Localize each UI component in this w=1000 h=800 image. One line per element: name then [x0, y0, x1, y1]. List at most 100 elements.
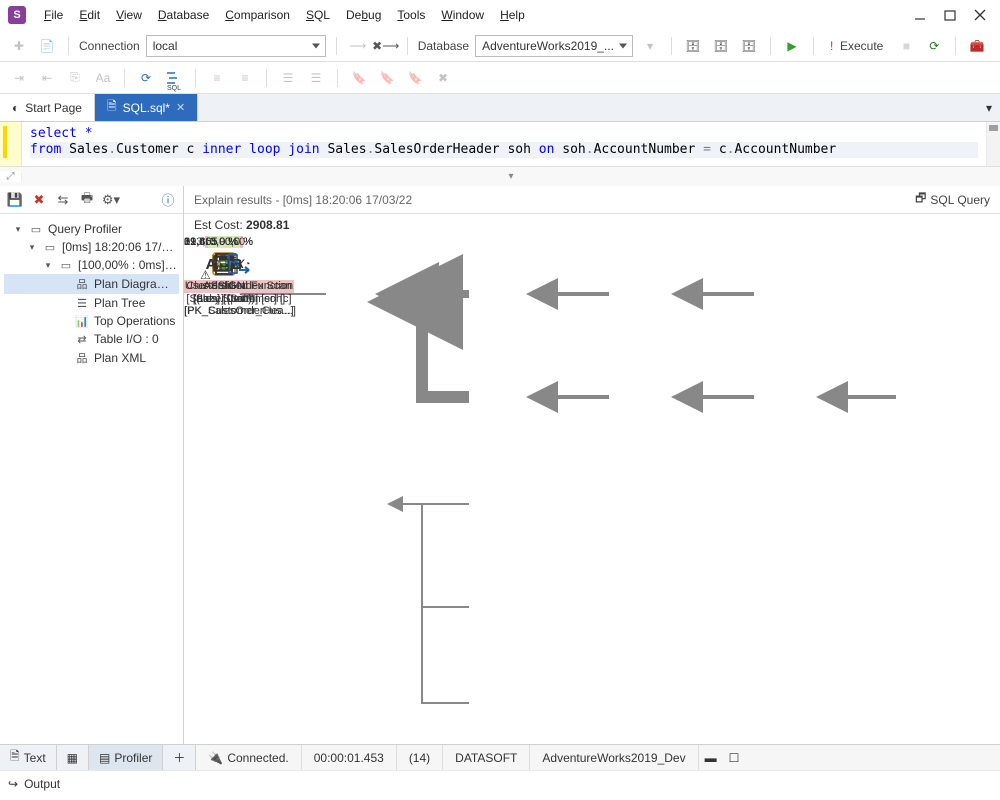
settings-icon[interactable]: ⚙▾ [102, 191, 120, 209]
tab-close-icon[interactable]: ✕ [176, 101, 185, 114]
format-sql-button[interactable]: SQL [163, 67, 185, 89]
close-button[interactable] [974, 9, 986, 21]
maximize-button[interactable] [944, 9, 956, 21]
menu-help[interactable]: Help [492, 4, 533, 26]
tab-profiler[interactable]: ▤ Profiler [89, 745, 163, 770]
bookmark-icon: 🔖 [348, 67, 370, 89]
status-layout-2[interactable]: ☐ [723, 745, 746, 770]
tab-sql-label: SQL.sql* [123, 101, 170, 115]
tab-text[interactable]: 🗎 Text [0, 745, 57, 770]
db-chevron-down-icon: ▾ [639, 35, 661, 57]
sql-gutter [0, 122, 22, 166]
tree-plan-tree[interactable]: ☰Plan Tree [4, 294, 179, 312]
status-layout-1[interactable]: ▬ [699, 745, 723, 770]
add-tab-button[interactable]: ＋ [163, 745, 195, 770]
open-icon[interactable]: 📄 [36, 35, 58, 57]
tab-text-alt[interactable]: ▦ [57, 745, 89, 770]
profiler-tree[interactable]: ▾▭Query Profiler ▾▭[0ms] 18:20:06 17/03.… [0, 214, 183, 374]
database-combo[interactable]: AdventureWorks2019_... [475, 35, 633, 57]
stop-icon: ■ [895, 35, 917, 57]
tree-pct[interactable]: ▾▭[100,00% : 0ms] ... [4, 256, 179, 274]
explain-header-text: Explain results - [0ms] 18:20:06 17/03/2… [194, 193, 412, 207]
app-icon: S [8, 6, 26, 24]
connection-combo[interactable]: local [146, 35, 326, 57]
cost-row: Est Cost: 2908.81 [184, 214, 1000, 236]
bookmark-next-icon: 🔖 [404, 67, 426, 89]
connection-label: Connection [79, 39, 140, 53]
tree-root[interactable]: ▾▭Query Profiler [4, 220, 179, 238]
status-elapsed: 00:00:01.453 [302, 745, 397, 770]
align-center-icon: ≡ [234, 67, 256, 89]
tab-overflow-icon[interactable]: ▾ [978, 94, 1000, 121]
title-bar: S File Edit View Database Comparison SQL… [0, 0, 1000, 30]
tree-plan-diagram[interactable]: 品Plan Diagram :... [4, 274, 179, 294]
db-icon-3[interactable]: 🗄 [738, 35, 760, 57]
status-db: AdventureWorks2019_Dev [530, 745, 698, 770]
comment-icon: ⎘ [64, 67, 86, 89]
sql-line-1: select * [30, 126, 93, 141]
plan-panel: Explain results - [0ms] 18:20:06 17/03/2… [184, 186, 1000, 744]
output-row[interactable]: ↪ Output [0, 770, 1000, 796]
sql-code[interactable]: select * from Sales.Customer c inner loo… [22, 122, 986, 166]
print-icon[interactable]: 🖶 [78, 191, 96, 209]
indent-icon: ⇥ [8, 67, 30, 89]
delete-icon[interactable]: ✖ [30, 191, 48, 209]
format-toolbar: ⇥ ⇤ ⎘ Aa ⟳ SQL ≡ ≡ ☰ ☰ 🔖 🔖 🔖 ✖ [0, 62, 1000, 94]
db-icon-2[interactable]: 🗄 [710, 35, 732, 57]
explain-header: Explain results - [0ms] 18:20:06 17/03/2… [184, 186, 1000, 214]
info-icon[interactable]: ⓘ [159, 191, 177, 209]
debug-icon[interactable]: ⟳ [923, 35, 945, 57]
align-left-icon: ≡ [206, 67, 228, 89]
profiler-toolbar: 💾 ✖ ⇆ 🖶 ⚙▾ ⓘ [0, 186, 183, 214]
menu-sql[interactable]: SQL [298, 4, 338, 26]
menu-comparison[interactable]: Comparison [217, 4, 298, 26]
tree-top-ops[interactable]: 📊Top Operations [4, 312, 179, 330]
menu-view[interactable]: View [108, 4, 150, 26]
menu-window[interactable]: Window [433, 4, 492, 26]
execute-button[interactable]: ! Execute [824, 37, 889, 55]
list-1-icon: ☰ [277, 67, 299, 89]
tree-plan-xml[interactable]: 品Plan XML [4, 348, 179, 368]
sql-overview-ruler [986, 122, 1000, 166]
tab-start-label: Start Page [25, 101, 82, 115]
play-icon[interactable]: ▶ [781, 35, 803, 57]
connect-icon: ⟶ [347, 35, 369, 57]
start-page-icon: ◐ [12, 101, 19, 115]
node-sequence[interactable]: 0,0 % [184, 236, 264, 280]
tree-table-io[interactable]: ⇄Table I/O : 0 [4, 330, 179, 348]
sql-editor[interactable]: select * from Sales.Customer c inner loo… [0, 122, 1000, 166]
menu-tools[interactable]: Tools [389, 4, 433, 26]
minimize-button[interactable] [914, 9, 926, 21]
tools-icon[interactable]: 🧰 [966, 35, 988, 57]
expand-icon[interactable]: ⤢ [0, 171, 22, 182]
tree-session[interactable]: ▾▭[0ms] 18:20:06 17/03... [4, 238, 179, 256]
bookmark-prev-icon: 🔖 [376, 67, 398, 89]
sql-query-link[interactable]: 🗗 SQL Query [915, 189, 990, 210]
status-rows: (14) [397, 745, 443, 770]
compare-icon[interactable]: ⇆ [54, 191, 72, 209]
plan-canvas[interactable]: 0,0 % ⚠ SELECT 1 96,0 % Nested Loops (In… [184, 236, 1000, 744]
menu-database[interactable]: Database [150, 4, 217, 26]
save-icon[interactable]: 💾 [6, 191, 24, 209]
list-2-icon: ☰ [305, 67, 327, 89]
menu-debug[interactable]: Debug [338, 4, 389, 26]
status-user: DATASOFT [443, 745, 530, 770]
new-query-icon: ✚ [8, 35, 30, 57]
document-tabs: ◐ Start Page 🗎 SQL.sql* ✕ ▾ [0, 94, 1000, 122]
outdent-icon: ⇤ [36, 67, 58, 89]
refresh-icon[interactable]: ⟳ [135, 67, 157, 89]
menu-file[interactable]: File [36, 4, 71, 26]
tab-start-page[interactable]: ◐ Start Page [0, 94, 95, 121]
menu-edit[interactable]: Edit [71, 4, 108, 26]
cost-value: 2908.81 [246, 218, 289, 232]
profiler-panel: 💾 ✖ ⇆ 🖶 ⚙▾ ⓘ ▾▭Query Profiler ▾▭[0ms] 18… [0, 186, 184, 744]
output-label: Output [24, 777, 60, 791]
tab-sql[interactable]: 🗎 SQL.sql* ✕ [95, 94, 198, 121]
case-icon: Aa [92, 67, 114, 89]
db-icon-1[interactable]: 🗄 [682, 35, 704, 57]
split-handle[interactable]: ⤢ ▾ [0, 166, 1000, 186]
sql-file-icon: 🗎 [107, 97, 117, 118]
disconnect-icon[interactable]: ✖⟶ [375, 35, 397, 57]
database-label: Database [418, 39, 469, 53]
bookmark-clear-icon: ✖ [432, 67, 454, 89]
